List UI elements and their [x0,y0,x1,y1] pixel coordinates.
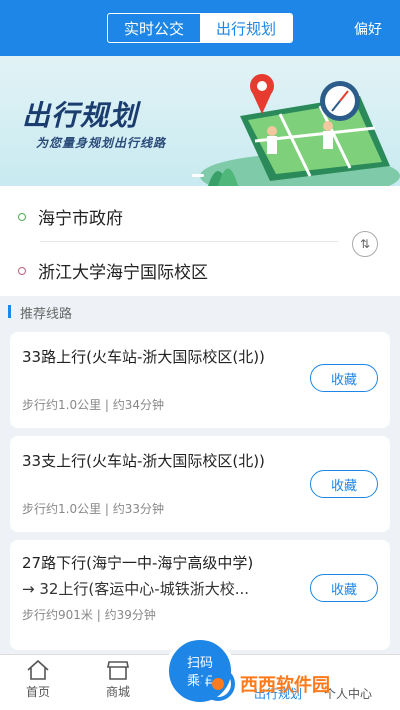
swap-icon[interactable]: ⇅ [352,231,378,257]
route-card[interactable]: 27路下行(海宁一中-海宁高级中学) → 32上行(客运中心-城铁浙大校... … [10,540,390,650]
route-card[interactable]: 33支上行(火车站-浙大国际校区(北)) 步行约1.0公里 | 约33分钟 收藏 [10,436,390,532]
route-name: 33路上行(火车站-浙大国际校区(北)) [22,348,265,366]
banner-title: 出行规划 [22,99,139,132]
watermark: 西西软件园 [200,664,380,704]
map-illustration-icon [200,74,400,186]
origin-field[interactable]: 海宁市政府 [18,204,123,229]
top-bar: 实时公交 出行规划 偏好 [0,0,400,56]
origin-dot-icon [18,212,26,221]
preference-button[interactable]: 偏好 [354,19,382,39]
tab-label: 首页 [25,685,50,699]
origin-text: 海宁市政府 [38,209,123,229]
mode-segmented-control: 实时公交 出行规划 [107,13,293,43]
route-endpoints: 海宁市政府 浙江大学海宁国际校区 ⇅ [0,186,400,296]
divider [40,241,338,242]
promo-banner[interactable]: 出行规划 为您量身规划出行线路 [0,56,400,186]
route-info: 步行约1.0公里 | 约34分钟 [22,398,165,412]
route-name: 27路下行(海宁一中-海宁高级中学) [22,554,254,572]
route-transfer: → 32上行(客运中心-城铁浙大校... [22,580,249,598]
section-accent-bar [8,305,11,318]
route-info: 步行约901米 | 约39分钟 [22,608,156,622]
banner-pagination [192,174,204,177]
tab-home[interactable]: 首页 [8,659,68,700]
section-title: 推荐线路 [20,307,73,322]
section-header: 推荐线路 [0,296,400,326]
destination-text: 浙江大学海宁国际校区 [38,263,208,283]
shop-icon [107,661,129,680]
destination-dot-icon [18,266,26,275]
tab-realtime-bus[interactable]: 实时公交 [108,14,200,42]
route-name: 33支上行(火车站-浙大国际校区(北)) [22,452,265,470]
tab-trip-planning[interactable]: 出行规划 [200,14,292,42]
favorite-button[interactable]: 收藏 [310,574,378,602]
banner-subtitle: 为您量身规划出行线路 [36,136,167,150]
favorite-button[interactable]: 收藏 [310,364,378,392]
tab-mall[interactable]: 商城 [88,659,148,700]
route-info: 步行约1.0公里 | 约33分钟 [22,502,165,516]
destination-field[interactable]: 浙江大学海宁国际校区 [18,258,208,283]
route-card[interactable]: 33路上行(火车站-浙大国际校区(北)) 步行约1.0公里 | 约34分钟 收藏 [10,332,390,428]
favorite-button[interactable]: 收藏 [310,470,378,498]
watermark-text: 西西软件园 [240,675,330,696]
tab-label: 商城 [105,685,130,699]
home-icon [27,659,49,680]
watermark-logo-icon [201,667,235,701]
